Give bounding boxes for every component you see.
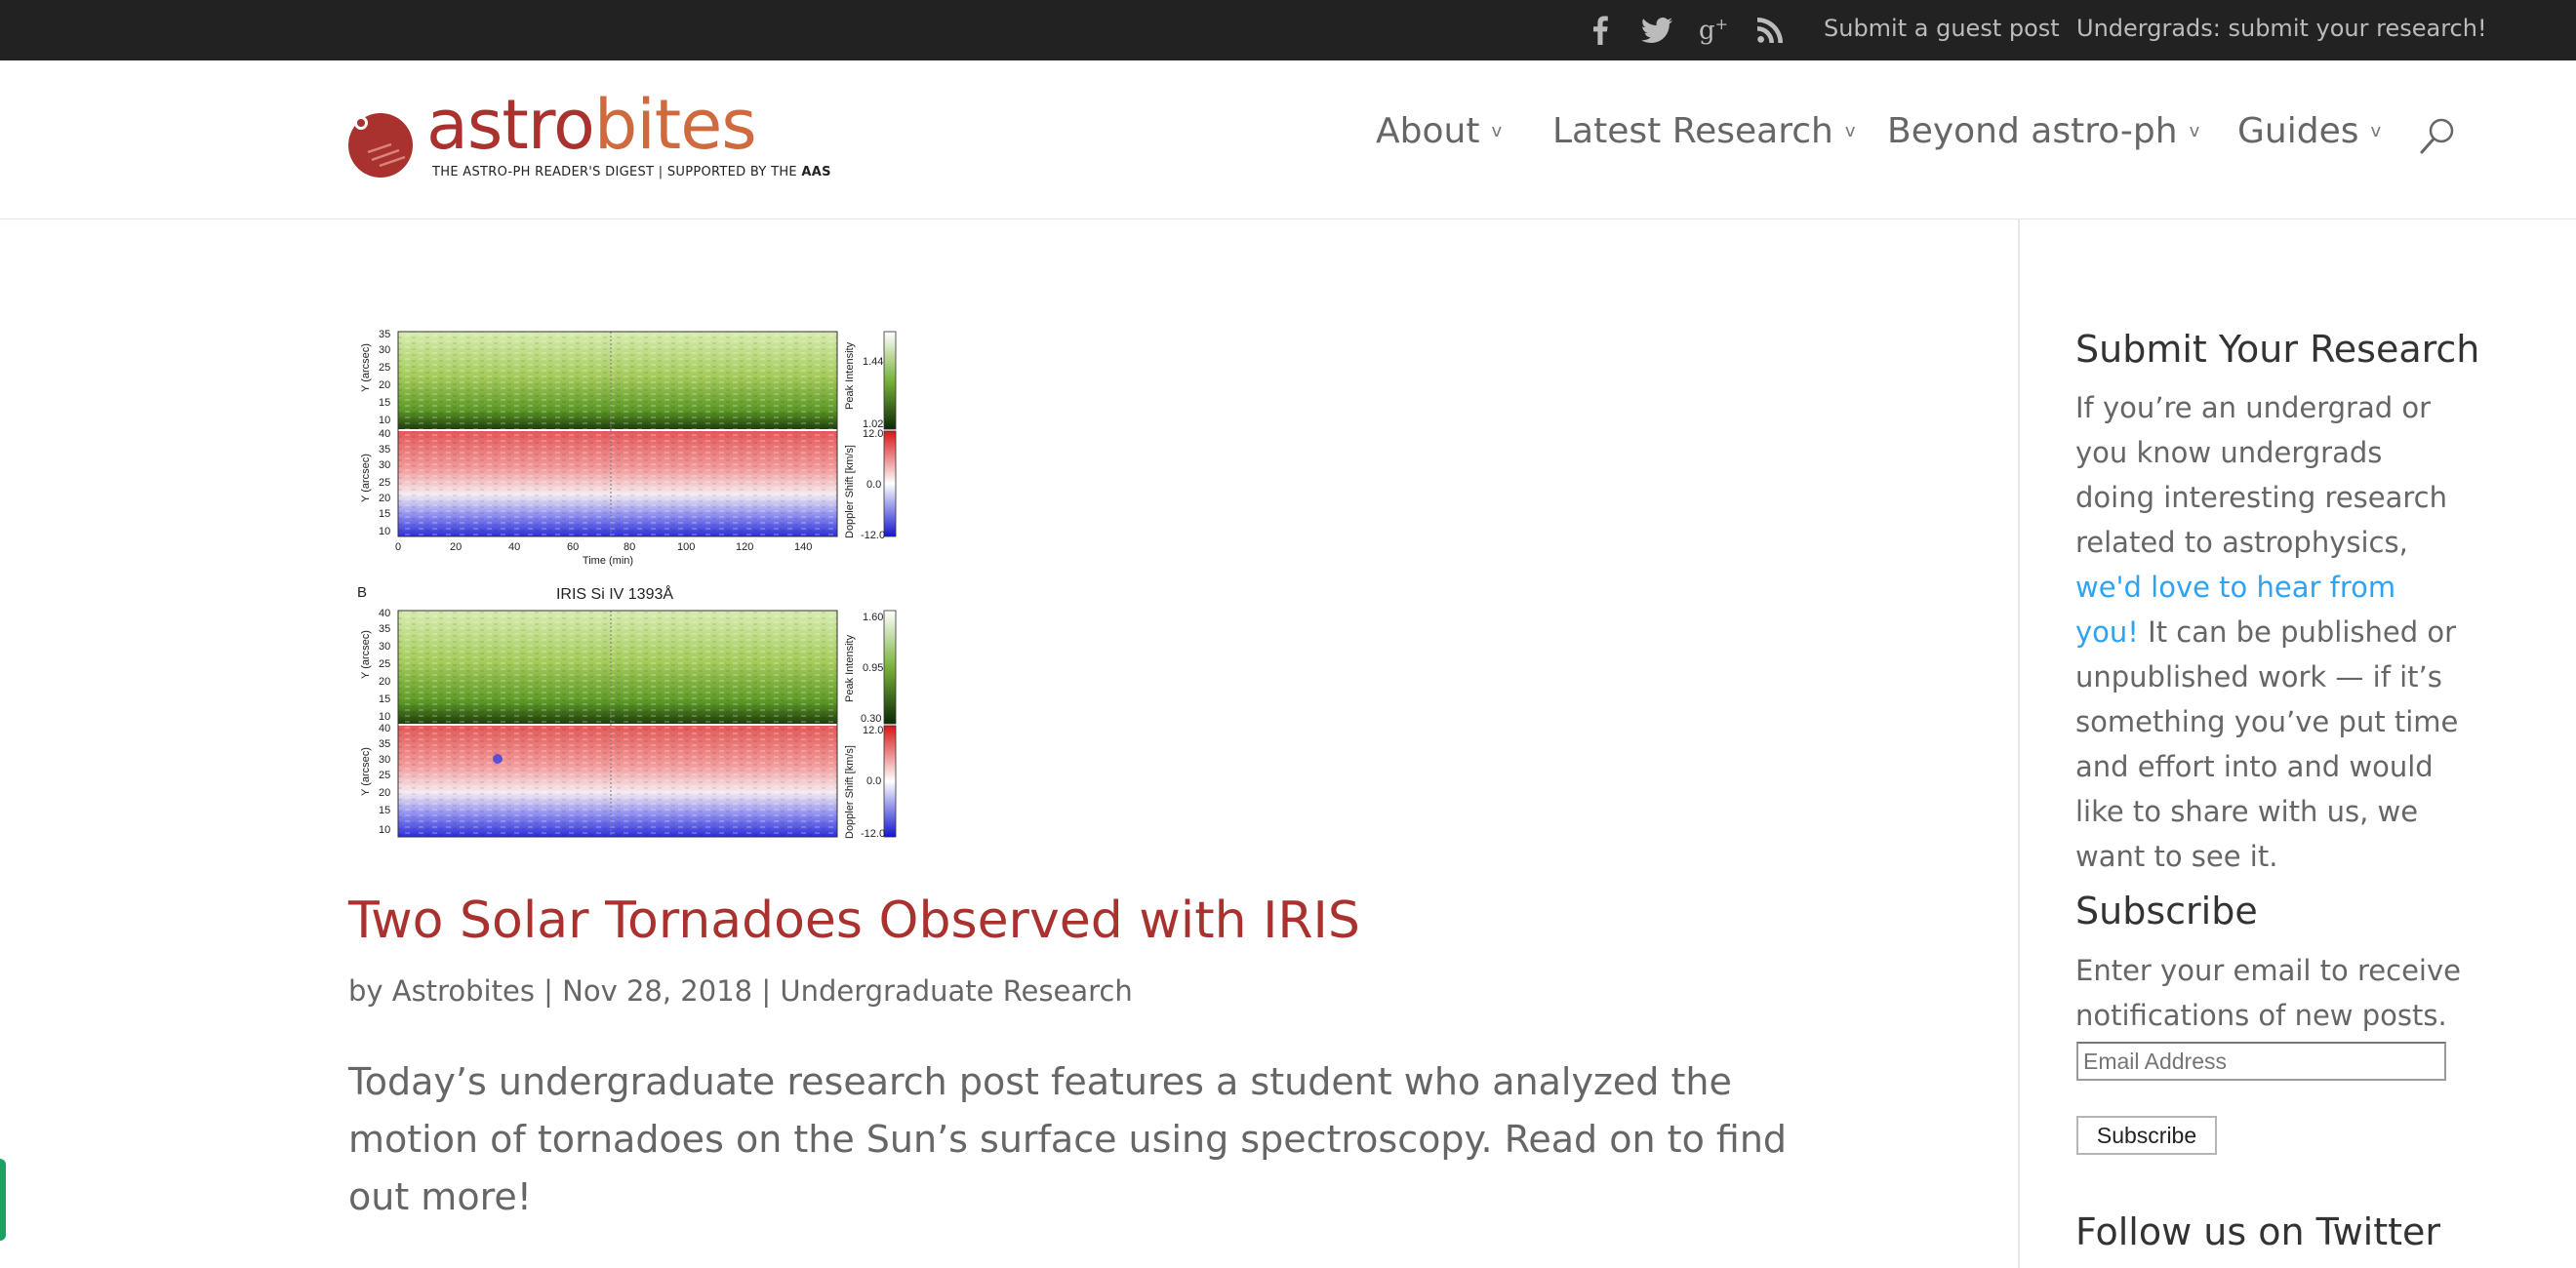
logo-planet-icon <box>348 113 413 178</box>
fig-b-letter: B <box>357 584 367 601</box>
post-author-link[interactable]: Astrobites <box>392 974 535 1008</box>
fig-a-ytick-bottom: 20 <box>379 493 390 504</box>
fig-b-ytick-bottom: 40 <box>379 723 390 734</box>
chevron-down-icon: v <box>2189 121 2200 141</box>
twitter-icon[interactable] <box>1635 0 1678 60</box>
fig-a-xtick: 140 <box>794 541 812 553</box>
fig-a-ylabel-top: Y (arcsec) <box>360 343 372 392</box>
fig-a-ytick-top: 15 <box>379 397 390 409</box>
fig-a-cb-label-bottom: Doppler Shift [km/s] <box>844 445 856 538</box>
submit-research-text: If you’re an undergrad or you know under… <box>2075 391 2459 873</box>
fig-a-cb-tick: 0.0 <box>866 479 881 491</box>
submit-guest-post-link[interactable]: Submit a guest post <box>1824 0 2060 57</box>
fig-b-ytick-top: 30 <box>379 641 390 653</box>
fig-a-ytick-bottom: 15 <box>379 508 390 520</box>
nav-latest-research[interactable]: Latest Research v <box>1552 107 1855 156</box>
top-bar: g+ Submit a guest post Undergrads: submi… <box>0 0 2576 60</box>
fig-b-cb-tick: 1.60 <box>863 612 883 623</box>
feedback-tab[interactable] <box>0 1159 6 1241</box>
fig-b-cb-tick: 0.0 <box>866 775 881 787</box>
nav-guides[interactable]: Guides v <box>2237 107 2381 156</box>
fig-b-ytick-bottom: 35 <box>379 738 390 750</box>
fig-a-xtick: 40 <box>508 541 520 553</box>
facebook-icon[interactable] <box>1579 0 1622 60</box>
fig-a-xtick: 80 <box>624 541 635 553</box>
chevron-down-icon: v <box>1844 121 1856 141</box>
fig-b-ytick-top: 10 <box>379 711 390 723</box>
google-plus-icon[interactable]: g+ <box>1692 0 1735 60</box>
logo-wordmark: astrobites <box>426 85 757 165</box>
twitter-heading: Follow us on Twitter <box>2075 1210 2441 1253</box>
fig-a-cb-label-top: Peak Intensity <box>844 341 856 410</box>
fig-a-ytick-bottom: 10 <box>379 526 390 537</box>
fig-b-ytick-top: 40 <box>379 608 390 619</box>
fig-b-ytick-bottom: 10 <box>379 824 390 836</box>
nav-beyond-astro-ph[interactable]: Beyond astro-ph v <box>1887 107 2199 156</box>
post-title[interactable]: Two Solar Tornadoes Observed with IRIS <box>348 888 1360 954</box>
fig-a-ytick-top: 25 <box>379 362 390 374</box>
fig-b-ytick-bottom: 20 <box>379 787 390 799</box>
fig-b-cb-tick: 12.0 <box>863 725 883 736</box>
logo-tagline: THE ASTRO-PH READER'S DIGEST | SUPPORTED… <box>432 165 831 179</box>
fig-a-xtick: 60 <box>567 541 579 553</box>
fig-b-ytick-top: 20 <box>379 676 390 688</box>
fig-a-ytick-top: 35 <box>379 329 390 340</box>
fig-a-cb-tick: 1.44 <box>863 356 883 368</box>
fig-a-xtick: 0 <box>395 541 401 553</box>
fig-b-cb-label-top: Peak Intensity <box>844 634 856 702</box>
fig-b-ylabel-top: Y (arcsec) <box>360 630 372 679</box>
email-field[interactable] <box>2076 1042 2446 1081</box>
fig-a-ytick-top: 10 <box>379 415 390 426</box>
fig-b-cb-label-bottom: Doppler Shift [km/s] <box>844 745 856 839</box>
subscribe-text: Enter your email to receive notification… <box>2075 954 2461 1032</box>
fig-b-ylabel-bottom: Y (arcsec) <box>360 747 372 796</box>
fig-a-xtick: 20 <box>450 541 462 553</box>
subscribe-button[interactable]: Subscribe <box>2076 1116 2217 1155</box>
subscribe-heading: Subscribe <box>2075 890 2258 932</box>
fig-b-ytick-bottom: 30 <box>379 754 390 766</box>
nav-about[interactable]: About v <box>1376 107 1502 156</box>
fig-a-ytick-top: 20 <box>379 379 390 391</box>
post-category-link[interactable]: Undergraduate Research <box>780 974 1132 1008</box>
post-meta: by Astrobites | Nov 28, 2018 | Undergrad… <box>348 974 1133 1008</box>
fig-b-cb-tick: -12.0 <box>861 828 885 840</box>
fig-a-cb-tick: -12.0 <box>861 530 885 541</box>
fig-b-ytick-top: 25 <box>379 658 390 670</box>
chevron-down-icon: v <box>1491 121 1503 141</box>
post-featured-image[interactable]: Y (arcsec) Y (arcsec) 35 30 25 20 15 10 … <box>349 322 946 845</box>
fig-b-ytick-bottom: 15 <box>379 805 390 816</box>
fig-a-ytick-bottom: 30 <box>379 459 390 471</box>
fig-b-title: IRIS Si IV 1393Å <box>556 584 673 603</box>
fig-a-ytick-bottom: 25 <box>379 477 390 489</box>
fig-a-xtick: 120 <box>736 541 753 553</box>
fig-a-xlabel: Time (min) <box>583 555 633 567</box>
sidebar-divider <box>2018 219 2020 1268</box>
fig-b-ytick-top: 15 <box>379 693 390 705</box>
fig-b-ytick-bottom: 25 <box>379 770 390 781</box>
rss-icon[interactable] <box>1749 0 1791 60</box>
undergrads-submit-link[interactable]: Undergrads: submit your research! <box>2076 0 2487 57</box>
submit-research-heading: Submit Your Research <box>2075 328 2480 371</box>
fig-b-ytick-top: 35 <box>379 623 390 635</box>
fig-a-ytick-bottom: 40 <box>379 428 390 440</box>
fig-a-ylabel-bottom: Y (arcsec) <box>360 454 372 502</box>
fig-b-cb-tick: 0.95 <box>863 662 883 674</box>
fig-a-ytick-top: 30 <box>379 344 390 356</box>
post-excerpt: Today’s undergraduate research post feat… <box>348 1060 1788 1218</box>
fig-a-xtick: 100 <box>677 541 695 553</box>
chevron-down-icon: v <box>2370 121 2382 141</box>
search-icon[interactable] <box>2418 116 2457 157</box>
fig-a-cb-tick: 12.0 <box>863 428 883 440</box>
fig-b-cb-tick: 0.30 <box>861 713 881 725</box>
fig-a-ytick-bottom: 35 <box>379 444 390 456</box>
post-date: Nov 28, 2018 <box>562 974 753 1008</box>
